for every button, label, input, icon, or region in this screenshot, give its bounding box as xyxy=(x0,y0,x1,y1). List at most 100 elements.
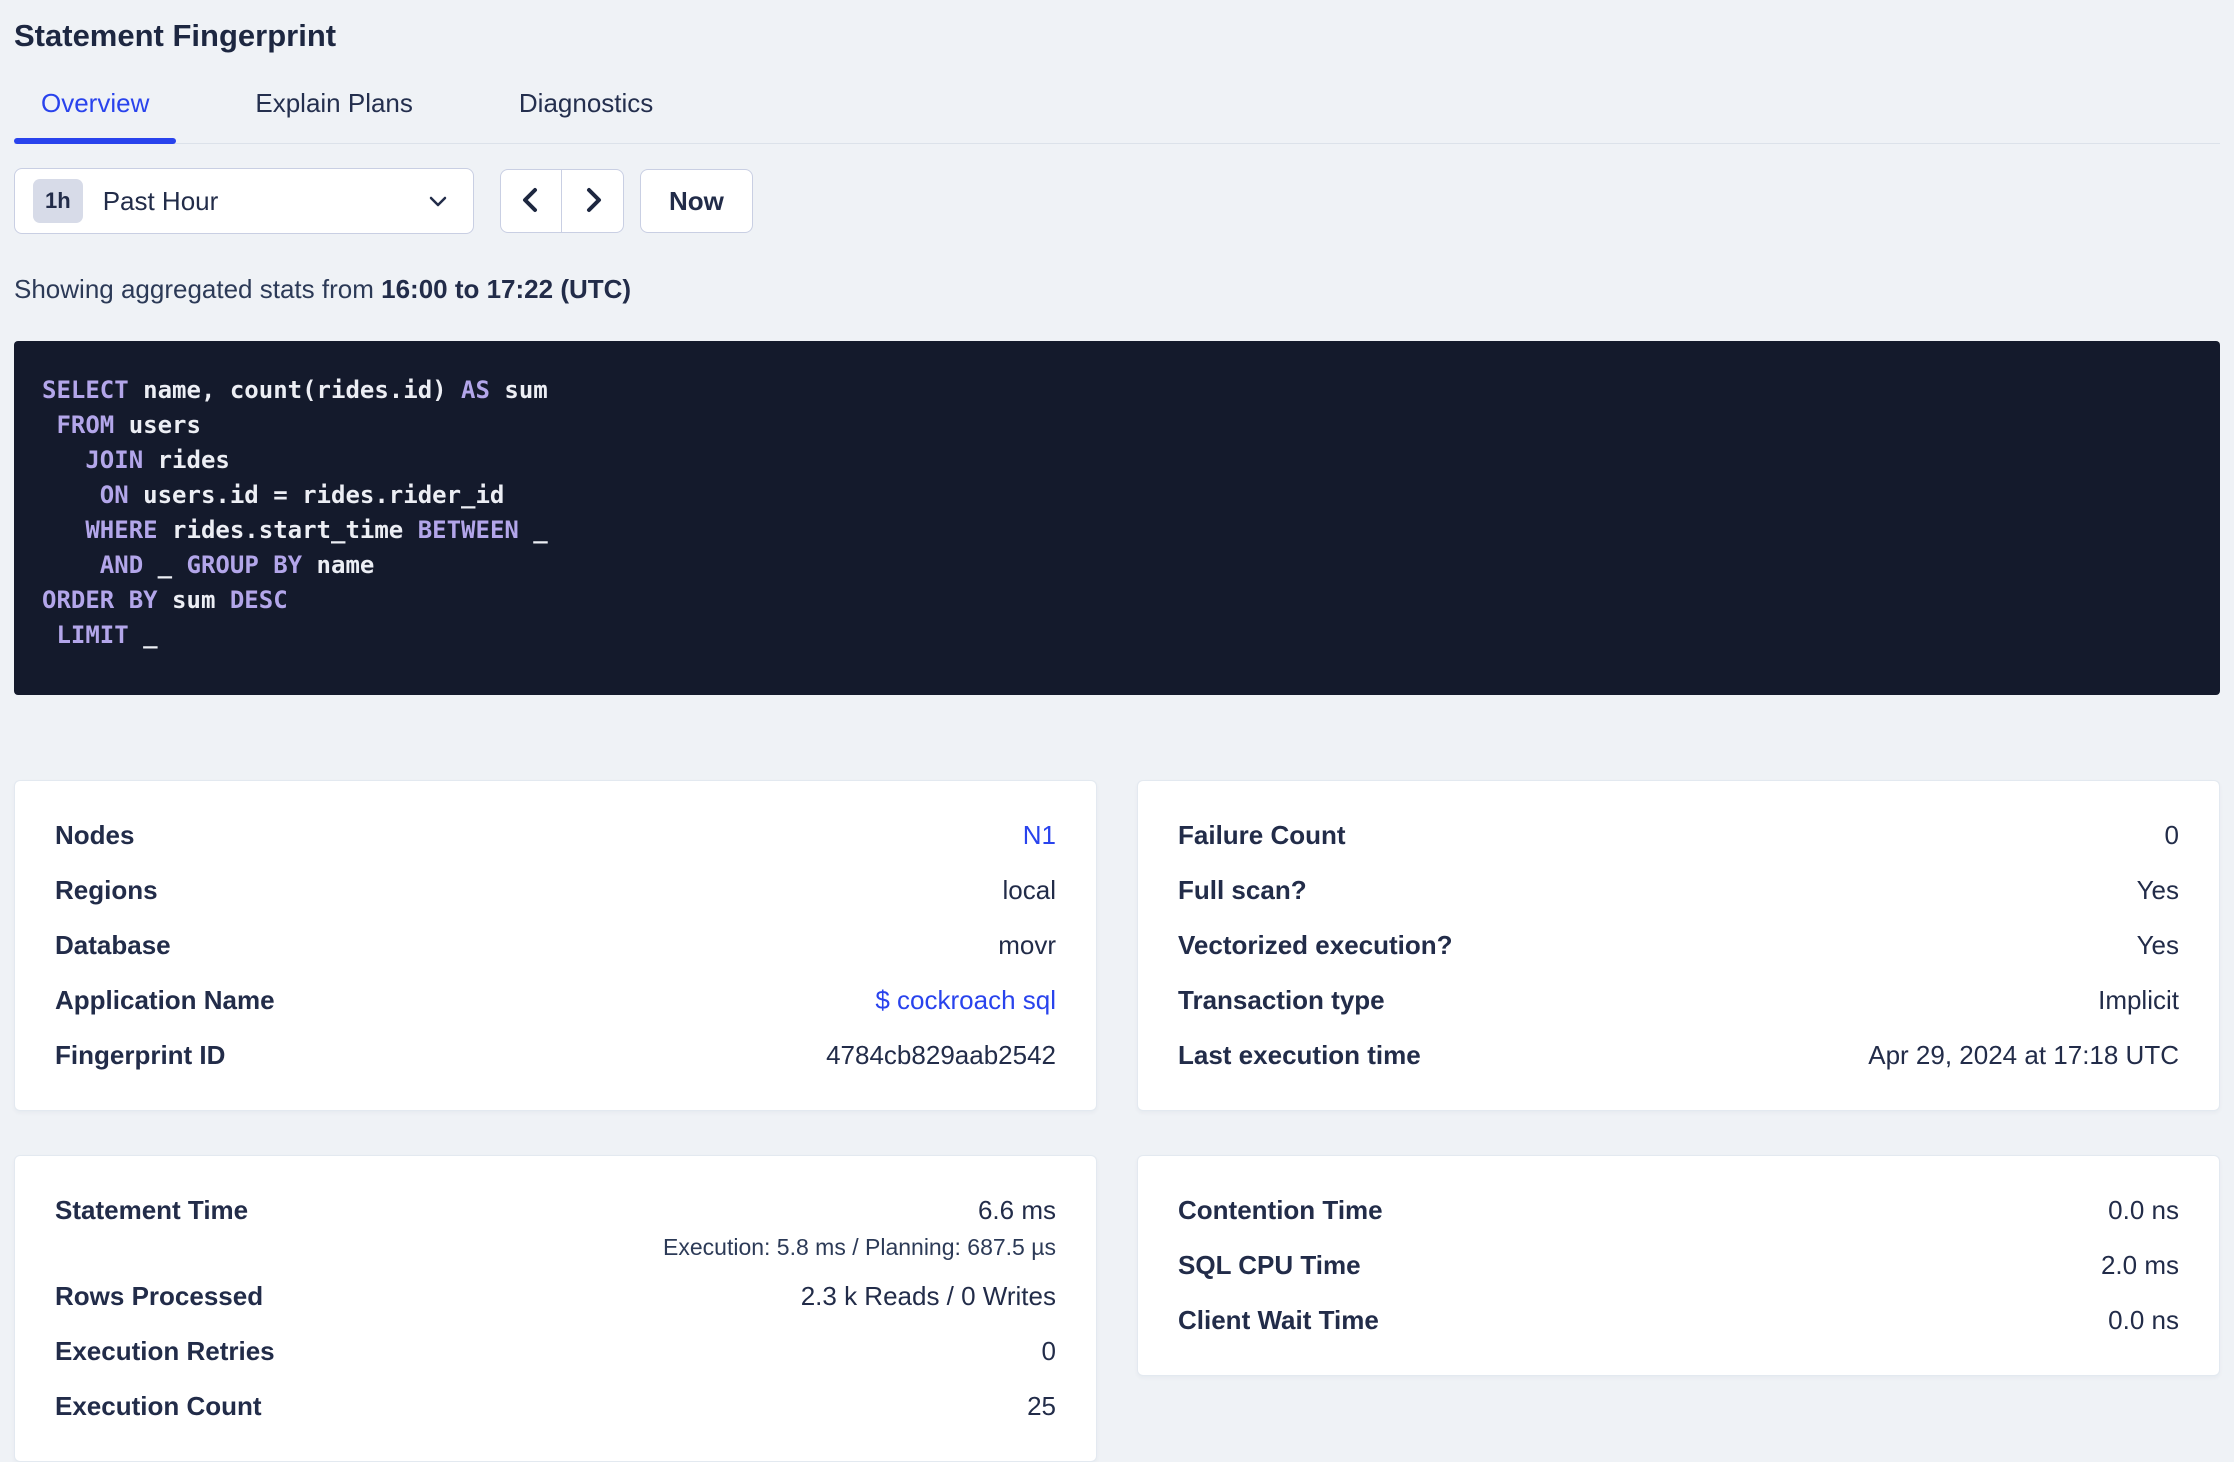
stat-label: Statement Time xyxy=(55,1195,249,1225)
nodes-link[interactable]: N1 xyxy=(1023,820,1056,851)
stat-row-application-name: Application Name $ cockroach sql xyxy=(55,973,1056,1028)
stat-value: 0.0 ns xyxy=(2108,1195,2179,1225)
time-range-label: Past Hour xyxy=(102,185,219,216)
sql-text: users.id = rides.rider_id xyxy=(128,481,505,509)
stat-row-execution-count: Execution Count 25 xyxy=(55,1379,1056,1434)
stat-label: Database xyxy=(55,930,171,960)
stats-line-range: 16:00 to 17:22 (UTC) xyxy=(381,274,632,304)
sql-line: LIMIT _ xyxy=(42,618,2192,653)
sql-keyword: DESC xyxy=(229,586,288,614)
sql-line: AND _ GROUP BY name xyxy=(42,548,2192,583)
sql-keyword: LIMIT xyxy=(56,621,129,649)
statement-fingerprint-page: Statement Fingerprint Overview Explain P… xyxy=(0,0,2234,1462)
sql-line: SELECT name, count(rides.id) AS sum xyxy=(42,373,2192,408)
time-controls: 1h Past Hour Now xyxy=(14,168,2220,234)
sql-statement-box: SELECT name, count(rides.id) AS sum FROM… xyxy=(14,341,2220,695)
stat-row-contention-time: Contention Time 0.0 ns xyxy=(1178,1183,2179,1238)
prev-time-button[interactable] xyxy=(501,170,562,232)
sql-keyword: AND xyxy=(99,551,144,579)
stat-value: movr xyxy=(998,930,1056,960)
stat-label: Contention Time xyxy=(1178,1195,1383,1225)
overview-card: Nodes N1 Regions local Database movr App… xyxy=(14,780,1097,1111)
stat-value: Yes xyxy=(2136,930,2179,960)
sql-keyword: ORDER BY xyxy=(42,586,158,614)
sql-line: JOIN rides xyxy=(42,443,2192,478)
sql-line: ON users.id = rides.rider_id xyxy=(42,478,2192,513)
wait-times-card: Contention Time 0.0 ns SQL CPU Time 2.0 … xyxy=(1137,1155,2220,1376)
stat-row-last-execution-time: Last execution time Apr 29, 2024 at 17:1… xyxy=(1178,1028,2179,1083)
tab-diagnostics[interactable]: Diagnostics xyxy=(492,88,680,143)
stat-value: Implicit xyxy=(2098,985,2179,1015)
time-range-badge: 1h xyxy=(33,179,83,223)
execution-attributes-card: Failure Count 0 Full scan? Yes Vectorize… xyxy=(1137,780,2220,1111)
sql-text: name, count(rides.id) xyxy=(128,376,462,404)
sql-keyword: WHERE xyxy=(85,516,158,544)
sql-keyword: JOIN xyxy=(85,446,144,474)
sql-line: WHERE rides.start_time BETWEEN _ xyxy=(42,513,2192,548)
sql-text: rides xyxy=(143,446,230,474)
stat-label: Client Wait Time xyxy=(1178,1305,1379,1335)
stat-row-failure-count: Failure Count 0 xyxy=(1178,808,2179,863)
stat-value: 0 xyxy=(1041,1336,1056,1366)
next-time-button[interactable] xyxy=(562,170,623,232)
stat-row-fingerprint-id: Fingerprint ID 4784cb829aab2542 xyxy=(55,1028,1056,1083)
stat-value: 4784cb829aab2542 xyxy=(826,1040,1056,1070)
sql-keyword: GROUP BY xyxy=(186,551,303,579)
stat-row-rows-processed: Rows Processed 2.3 k Reads / 0 Writes xyxy=(55,1269,1056,1324)
stat-row-statement-time: Statement Time 6.6 ms Execution: 5.8 ms … xyxy=(55,1183,1056,1269)
chevron-right-icon xyxy=(579,186,607,217)
stat-row-client-wait-time: Client Wait Time 0.0 ns xyxy=(1178,1293,2179,1348)
stat-row-full-scan: Full scan? Yes xyxy=(1178,863,2179,918)
application-name-link[interactable]: $ cockroach sql xyxy=(875,985,1056,1016)
timing-card: Statement Time 6.6 ms Execution: 5.8 ms … xyxy=(14,1155,1097,1462)
stat-label: Execution Count xyxy=(55,1391,262,1421)
stat-row-database: Database movr xyxy=(55,918,1056,973)
chevron-down-icon xyxy=(425,188,451,214)
stat-value: 2.0 ms xyxy=(2100,1250,2179,1280)
stat-value: 6.6 ms xyxy=(977,1195,1056,1225)
stat-value: 25 xyxy=(1027,1391,1056,1421)
stat-label: Execution Retries xyxy=(55,1336,275,1366)
stat-value: local xyxy=(1002,875,1056,905)
statement-time-values: 6.6 ms Execution: 5.8 ms / Planning: 687… xyxy=(663,1195,1056,1261)
sql-line: ORDER BY sum DESC xyxy=(42,583,2192,618)
stat-row-sql-cpu-time: SQL CPU Time 2.0 ms xyxy=(1178,1238,2179,1293)
stat-label: Transaction type xyxy=(1178,985,1385,1015)
stat-value: 2.3 k Reads / 0 Writes xyxy=(800,1281,1056,1311)
aggregated-stats-line: Showing aggregated stats from 16:00 to 1… xyxy=(14,274,2220,305)
tab-explain-plans[interactable]: Explain Plans xyxy=(228,88,440,143)
stat-label: Application Name xyxy=(55,985,275,1015)
sql-text: _ xyxy=(143,551,187,579)
stat-row-nodes: Nodes N1 xyxy=(55,808,1056,863)
sql-text: _ xyxy=(128,621,158,649)
now-button[interactable]: Now xyxy=(640,169,753,233)
sql-keyword: FROM xyxy=(56,411,115,439)
stat-row-transaction-type: Transaction type Implicit xyxy=(1178,973,2179,1028)
stat-value: Yes xyxy=(2136,875,2179,905)
stat-row-vectorized-execution: Vectorized execution? Yes xyxy=(1178,918,2179,973)
sql-text: sum xyxy=(489,376,548,404)
stat-label: Full scan? xyxy=(1178,875,1307,905)
sql-text: sum xyxy=(157,586,230,614)
tab-bar: Overview Explain Plans Diagnostics xyxy=(14,88,2220,144)
sql-keyword: AS xyxy=(461,376,490,404)
stat-row-regions: Regions local xyxy=(55,863,1056,918)
stat-value: 0.0 ns xyxy=(2108,1305,2179,1335)
sql-text: name xyxy=(302,551,375,579)
stat-label: Vectorized execution? xyxy=(1178,930,1453,960)
sql-text: rides.start_time xyxy=(157,516,418,544)
stat-label: Regions xyxy=(55,875,158,905)
sql-text: users xyxy=(114,411,201,439)
time-range-picker[interactable]: 1h Past Hour xyxy=(14,168,474,234)
sql-text: _ xyxy=(518,516,548,544)
stat-label: Last execution time xyxy=(1178,1040,1421,1070)
tab-overview[interactable]: Overview xyxy=(14,88,177,144)
sql-keyword: ON xyxy=(99,481,129,509)
sql-keyword: BETWEEN xyxy=(417,516,519,544)
summary-cards: Nodes N1 Regions local Database movr App… xyxy=(14,780,2220,1462)
stat-label: Fingerprint ID xyxy=(55,1040,226,1070)
